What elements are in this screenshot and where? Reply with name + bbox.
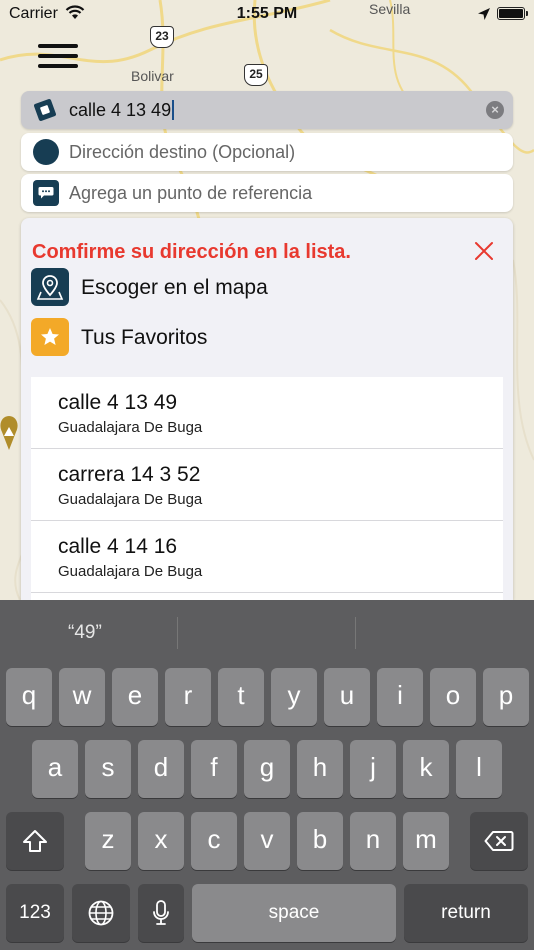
suggestion-1[interactable]: “49” [68, 622, 102, 644]
return-key[interactable]: return [404, 884, 528, 942]
map-location-icon [36, 275, 64, 300]
globe-icon [88, 900, 114, 926]
key-r[interactable]: r [165, 668, 211, 726]
key-m[interactable]: m [403, 812, 449, 870]
keyboard: “49” q w e r t y u i o p a s d f g h j k… [0, 600, 534, 950]
suggestion-divider [177, 617, 178, 649]
origin-marker-icon [33, 98, 57, 122]
space-key[interactable]: space [192, 884, 396, 942]
close-icon[interactable] [473, 240, 495, 262]
key-v[interactable]: v [244, 812, 290, 870]
suggestion-divider [355, 617, 356, 649]
result-row[interactable]: calle 4 13 49 Guadalajara De Buga [31, 377, 503, 449]
key-q[interactable]: q [6, 668, 52, 726]
map-pin-icon[interactable] [0, 414, 20, 454]
destination-marker-icon [33, 139, 59, 165]
menu-hamburger-icon[interactable] [38, 44, 78, 72]
globe-key[interactable] [72, 884, 130, 942]
predictive-bar: “49” [0, 600, 534, 664]
location-arrow-icon [478, 8, 490, 20]
microphone-icon [153, 900, 169, 925]
backspace-key[interactable] [470, 812, 528, 870]
status-bar: Carrier 1:55 PM [0, 0, 534, 28]
destination-input[interactable]: Dirección destino (Opcional) [69, 142, 295, 163]
clear-search-icon[interactable]: × [486, 101, 504, 119]
key-e[interactable]: e [112, 668, 158, 726]
key-c[interactable]: c [191, 812, 237, 870]
result-city: Guadalajara De Buga [58, 419, 203, 436]
key-k[interactable]: k [403, 740, 449, 798]
result-city: Guadalajara De Buga [58, 491, 203, 508]
map-label-bolivar: Bolivar [131, 68, 174, 84]
key-s[interactable]: s [85, 740, 131, 798]
key-n[interactable]: n [350, 812, 396, 870]
shift-arrow-icon [23, 830, 47, 852]
route-shield-25: 25 [244, 64, 268, 86]
favorites-button[interactable]: Tus Favoritos [31, 318, 491, 356]
favorites-box [31, 318, 69, 356]
backspace-icon [484, 831, 514, 851]
origin-search-input[interactable]: calle 4 13 49 [69, 100, 174, 121]
result-city: Guadalajara De Buga [58, 563, 203, 580]
result-address: calle 4 13 49 [58, 391, 178, 414]
key-p[interactable]: p [483, 668, 529, 726]
key-d[interactable]: d [138, 740, 184, 798]
key-u[interactable]: u [324, 668, 370, 726]
key-l[interactable]: l [456, 740, 502, 798]
panel-title: Comfirme su dirección en la lista. [32, 241, 351, 263]
star-icon [41, 328, 59, 345]
key-j[interactable]: j [350, 740, 396, 798]
key-a[interactable]: a [32, 740, 78, 798]
key-y[interactable]: y [271, 668, 317, 726]
key-z[interactable]: z [85, 812, 131, 870]
key-w[interactable]: w [59, 668, 105, 726]
map-pin-box [31, 268, 69, 306]
choose-on-map-button[interactable]: Escoger en el mapa [31, 268, 491, 306]
key-x[interactable]: x [138, 812, 184, 870]
numbers-key[interactable]: 123 [6, 884, 64, 942]
choose-on-map-label: Escoger en el mapa [81, 276, 268, 299]
key-b[interactable]: b [297, 812, 343, 870]
key-h[interactable]: h [297, 740, 343, 798]
microphone-key[interactable] [138, 884, 184, 942]
key-g[interactable]: g [244, 740, 290, 798]
key-t[interactable]: t [218, 668, 264, 726]
result-address: carrera 14 3 52 [58, 463, 201, 486]
reference-input[interactable]: Agrega un punto de referencia [69, 183, 312, 204]
result-row[interactable]: calle 4 14 16 Guadalajara De Buga [31, 521, 503, 593]
results-list: calle 4 13 49 Guadalajara De Buga carrer… [31, 377, 503, 600]
result-row[interactable]: carrera 14 3 52 Guadalajara De Buga [31, 449, 503, 521]
key-o[interactable]: o [430, 668, 476, 726]
address-suggestions-panel: Comfirme su dirección en la lista. Escog… [21, 218, 513, 600]
shift-key[interactable] [6, 812, 64, 870]
result-address: calle 4 14 16 [58, 535, 178, 558]
reference-field[interactable]: Agrega un punto de referencia [21, 174, 513, 212]
origin-search-field[interactable]: calle 4 13 49 × [21, 91, 513, 129]
key-i[interactable]: i [377, 668, 423, 726]
clock: 1:55 PM [236, 5, 298, 22]
route-shield-23: 23 [150, 26, 174, 48]
chat-bubble-icon [33, 180, 59, 206]
battery-icon [497, 7, 528, 20]
destination-field[interactable]: Dirección destino (Opcional) [21, 133, 513, 171]
favorites-label: Tus Favoritos [81, 326, 208, 349]
key-f[interactable]: f [191, 740, 237, 798]
